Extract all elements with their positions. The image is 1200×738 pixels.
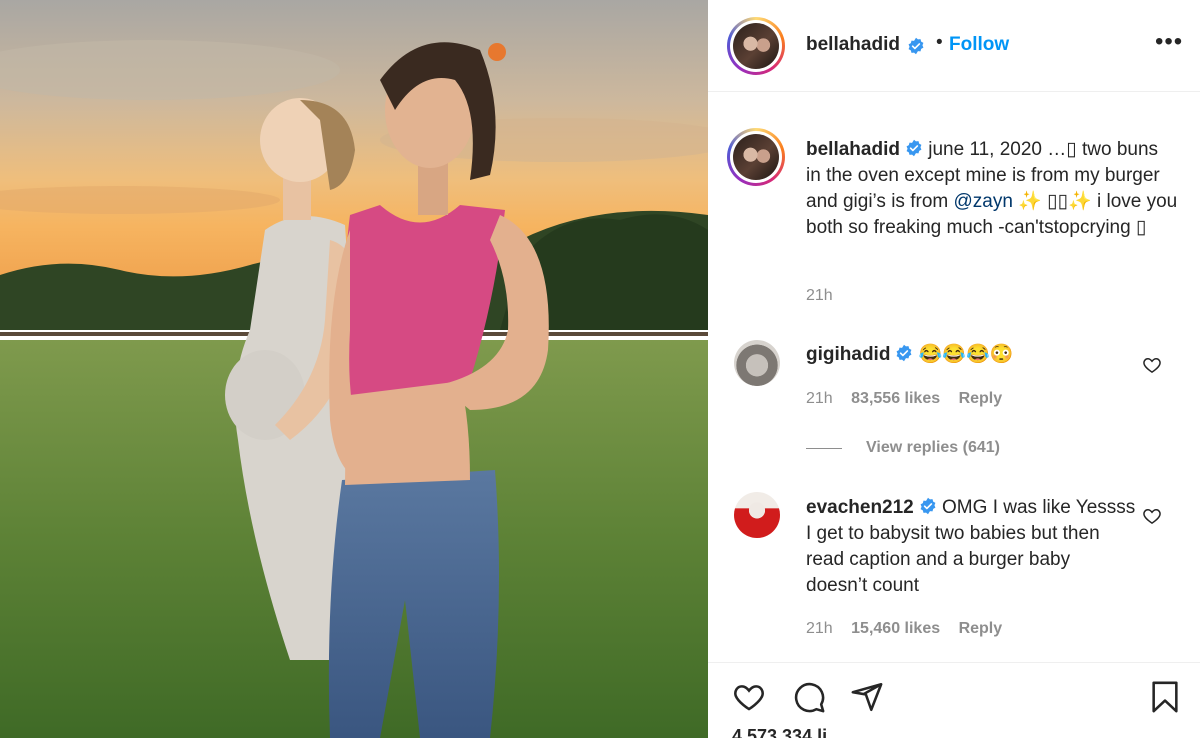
commenter-avatar[interactable] xyxy=(734,492,780,538)
caption-username[interactable]: bellahadid xyxy=(806,139,900,160)
commenter-avatar[interactable] xyxy=(734,340,780,386)
comment-time[interactable]: 21h xyxy=(806,620,833,637)
author-avatar[interactable] xyxy=(727,17,785,75)
verified-badge-icon xyxy=(920,497,936,515)
caption-text: bellahadid june 11, 2020 …▯ two buns in … xyxy=(806,137,1178,241)
comment-text: evachen212 OMG I was like Yessss I get t… xyxy=(806,495,1136,599)
comment-time[interactable]: 21h xyxy=(806,390,833,407)
bookmark-icon[interactable] xyxy=(1148,680,1182,714)
follow-button[interactable]: Follow xyxy=(949,34,1009,56)
comment-likes[interactable]: 15,460 likes xyxy=(851,620,940,637)
view-replies-button[interactable]: View replies (641) xyxy=(866,439,1000,457)
share-icon[interactable] xyxy=(850,680,884,714)
mention-link[interactable]: @zayn xyxy=(954,191,1013,212)
verified-badge-icon xyxy=(906,139,922,157)
caption-avatar[interactable] xyxy=(727,128,785,186)
comment-body: 😂😂😂😳 xyxy=(918,344,1014,365)
comment-text: gigihadid 😂😂😂😳 xyxy=(806,342,1136,368)
post-photo[interactable] xyxy=(0,0,708,738)
comment-meta: 21h 83,556 likes Reply xyxy=(806,390,1016,408)
heart-icon[interactable] xyxy=(732,680,766,714)
commenter-username[interactable]: gigihadid xyxy=(806,344,890,365)
comment-likes[interactable]: 83,556 likes xyxy=(851,390,940,407)
post-side-panel: bellahadid • Follow ••• bellahadid june … xyxy=(708,0,1200,738)
commenter-username[interactable]: evachen212 xyxy=(806,497,914,518)
header-separator: • xyxy=(936,32,943,53)
verified-badge-icon xyxy=(897,344,912,362)
post-likes-count[interactable]: 4,573,334 li xyxy=(732,726,827,738)
caption-time[interactable]: 21h xyxy=(806,287,833,305)
like-comment-heart-icon[interactable] xyxy=(1142,506,1162,526)
comment-icon[interactable] xyxy=(792,680,826,714)
like-comment-heart-icon[interactable] xyxy=(1142,355,1162,375)
post-photo-image xyxy=(0,0,708,738)
reply-button[interactable]: Reply xyxy=(959,390,1003,407)
verified-badge-icon xyxy=(908,37,924,55)
author-username[interactable]: bellahadid xyxy=(806,34,900,56)
reply-button[interactable]: Reply xyxy=(959,620,1003,637)
more-options-icon[interactable]: ••• xyxy=(1155,30,1183,54)
comment-meta: 21h 15,460 likes Reply xyxy=(806,620,1016,638)
view-replies-divider xyxy=(806,448,842,449)
post-header: bellahadid • Follow ••• xyxy=(708,0,1200,92)
